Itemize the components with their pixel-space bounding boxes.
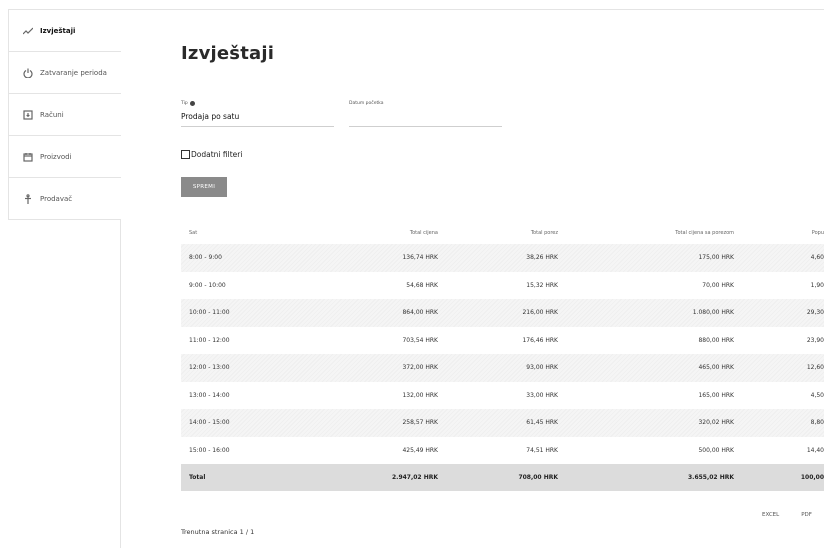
column-header[interactable]: Total cijena sa porezom [558,230,734,236]
table-cell: 100,00 [800,474,824,481]
sidebar-item-label: Prodavač [40,195,73,203]
report-type-field[interactable]: Tip Prodaja po satu [181,101,334,127]
table-cell: 29,30 [806,309,824,317]
save-button[interactable]: SPREMI [181,177,227,197]
sidebar-item-label: Zatvaranje perioda [40,68,107,77]
export-pdf-link[interactable]: PDF [801,512,812,518]
export-links: EXCEL PDF [762,512,812,518]
table-row: 9:00 - 10:00 54,68 HRK 15,32 HRK 70,00 HRK 1… [181,271,824,299]
table-cell: 4,60 [810,254,824,262]
table-row: 8:00 - 9:00 136,74 HRK 38,26 HRK 175,00 HRK… [181,244,824,272]
table-cell: 864,00 HRK [402,309,438,317]
table-cell: 703,54 HRK [402,336,438,344]
table-cell: 93,00 HRK [526,364,558,372]
top-divider [120,9,824,10]
table-cell: 8:00 - 9:00 [189,254,222,262]
report-table: Sat Total cijena Total porez Total cijen… [181,222,824,491]
table-cell: 10:00 - 11:00 [189,309,230,317]
field-underline [349,126,502,127]
table-header-row: Sat Total cijena Total porez Total cijen… [181,222,824,244]
table-cell: 2.947,02 HRK [392,474,438,481]
table-cell: 12,60 [806,364,824,372]
sidebar-item-zatvaranje-perioda[interactable]: Zatvaranje perioda [9,52,121,94]
power-icon [22,67,34,79]
start-date-field[interactable]: Datum početka [349,101,502,127]
table-cell: 14:00 - 15:00 [189,419,230,427]
start-date-input[interactable] [349,112,502,124]
table-row: 15:00 - 16:00 425,49 HRK 74,51 HRK 500,00 H… [181,436,824,464]
table-cell: 165,00 HRK [698,391,734,399]
table-cell: 15:00 - 16:00 [189,446,230,454]
page-indicator: Trenutna stranica 1 / 1 [181,528,255,536]
sidebar-item-label: Izvještaji [40,26,76,35]
table-cell: 216,00 HRK [522,309,558,317]
column-header[interactable]: Total porez [438,230,558,236]
table-row: 11:00 - 12:00 703,54 HRK 176,46 HRK 880,00 … [181,326,824,354]
table-cell: 33,00 HRK [526,391,558,399]
table-total-row: Total 2.947,02 HRK 708,00 HRK 3.655,02 H… [181,464,824,491]
table-row: 14:00 - 15:00 258,57 HRK 61,45 HRK 320,02 H… [181,409,824,437]
additional-filters-toggle[interactable]: Dodatni filteri [181,150,242,159]
table-cell: 3.655,02 HRK [688,474,734,481]
table-cell: 880,00 HRK [698,336,734,344]
table-cell: 372,00 HRK [402,364,438,372]
sidebar-item-label: Računi [40,110,64,119]
table-row: 10:00 - 11:00 864,00 HRK 216,00 HRK 1.080,0… [181,299,824,327]
table-cell: 38,26 HRK [526,254,558,262]
column-header[interactable]: Sat [181,230,291,236]
table-cell: 708,00 HRK [518,474,558,481]
table-cell: 258,57 HRK [402,419,438,427]
table-cell: 1.080,00 HRK [692,309,734,317]
sidebar: Izvještaji Zatvaranje perioda Računi Pro… [8,9,121,220]
table-cell: 14,40 [806,446,824,454]
sidebar-item-proizvodi[interactable]: Proizvodi [9,136,121,178]
start-date-label: Datum početka [349,101,384,106]
column-header[interactable]: Popu [734,230,824,236]
report-type-label: Tip [181,101,188,106]
table-cell: 320,02 HRK [698,419,734,427]
person-icon [22,193,34,205]
table-cell: 136,74 HRK [402,254,438,262]
table-cell: 74,51 HRK [526,446,558,454]
receipt-icon [22,109,34,121]
table-cell: 12:00 - 13:00 [189,364,230,372]
field-underline [181,126,334,127]
sidebar-item-prodavac[interactable]: Prodavač [9,178,121,220]
table-cell: Total [189,474,206,481]
table-cell: 8,80 [810,419,824,427]
table-cell: 132,00 HRK [402,391,438,399]
table-cell: 70,00 HRK [702,281,734,289]
info-icon[interactable] [189,101,195,106]
table-row: 12:00 - 13:00 372,00 HRK 93,00 HRK 465,00 H… [181,354,824,382]
table-cell: 1,90 [810,281,824,289]
export-excel-link[interactable]: EXCEL [762,512,779,518]
sidebar-item-label: Proizvodi [40,152,72,161]
sidebar-item-racuni[interactable]: Računi [9,94,121,136]
table-cell: 54,68 HRK [406,281,438,289]
table-cell: 15,32 HRK [526,281,558,289]
table-cell: 175,00 HRK [698,254,734,262]
table-cell: 23,90 [806,336,824,344]
column-header[interactable]: Total cijena [291,230,438,236]
table-cell: 4,50 [810,391,824,399]
additional-filters-checkbox[interactable] [181,150,190,159]
table-cell: 9:00 - 10:00 [189,281,226,289]
table-row: 13:00 - 14:00 132,00 HRK 33,00 HRK 165,00 H… [181,381,824,409]
report-type-select[interactable]: Prodaja po satu [181,112,334,124]
table-cell: 176,46 HRK [522,336,558,344]
box-icon [22,151,34,163]
table-cell: 61,45 HRK [526,419,558,427]
table-cell: 500,00 HRK [698,446,734,454]
page-title: Izvještaji [181,43,275,64]
table-cell: 465,00 HRK [698,364,734,372]
table-cell: 13:00 - 14:00 [189,391,230,399]
table-cell: 11:00 - 12:00 [189,336,230,344]
trend-line-icon [22,25,34,37]
sidebar-item-izvjestaji[interactable]: Izvještaji [9,10,121,52]
table-cell: 425,49 HRK [402,446,438,454]
additional-filters-label: Dodatni filteri [191,150,243,159]
